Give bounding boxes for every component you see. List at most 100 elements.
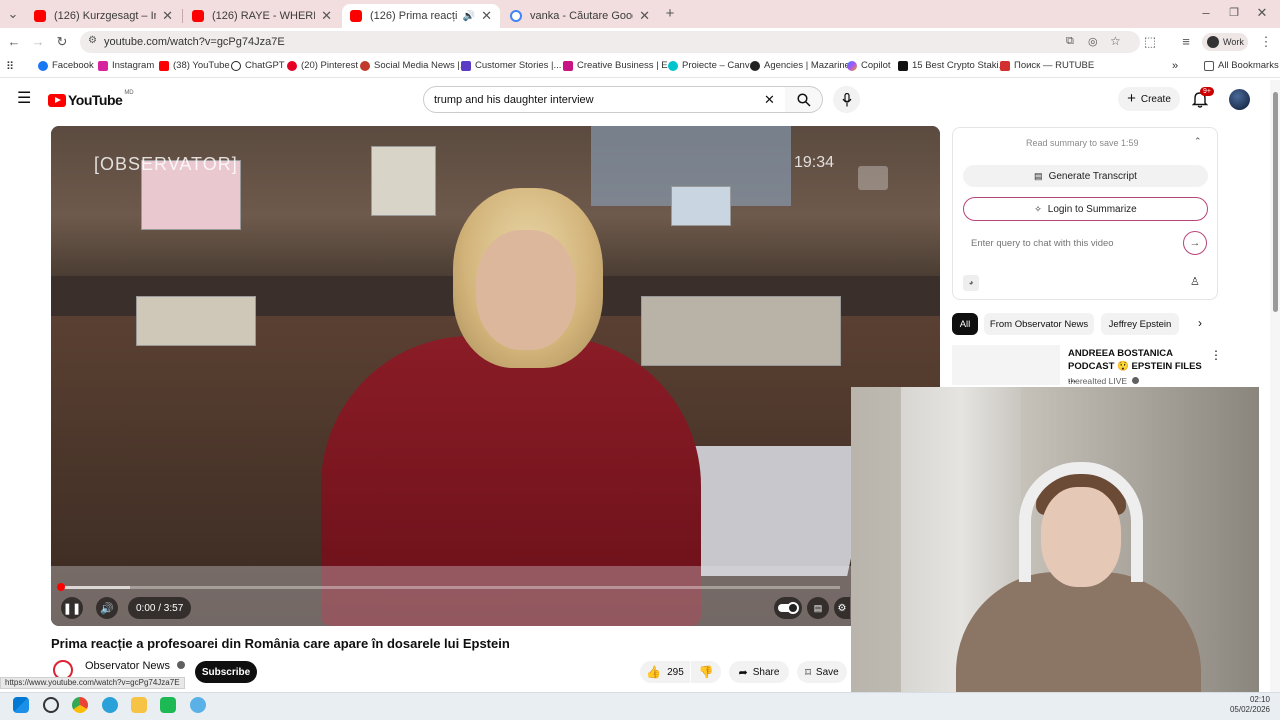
plus-icon: + xyxy=(1127,90,1136,107)
media-controls-icon[interactable]: ≡ xyxy=(1178,34,1194,50)
tab-title: (126) Kurzgesagt – In a Nutshe xyxy=(54,10,156,22)
bookmark-facebook[interactable]: Facebook xyxy=(38,60,94,71)
bookmark-mazarine[interactable]: Agencies | Mazarine xyxy=(750,60,850,71)
chip-from-observator-news[interactable]: From Observator News xyxy=(984,313,1094,335)
app-taskbar-icon[interactable] xyxy=(160,697,176,713)
bookmark-label: 15 Best Crypto Staki... xyxy=(912,60,1007,71)
notification-badge: 9+ xyxy=(1200,87,1214,96)
tab-google-search[interactable]: vanka - Căutare Google ✕ xyxy=(502,4,658,28)
bookmark-rutube[interactable]: Поиск — RUTUBE xyxy=(1000,60,1094,71)
bookmark-copilot[interactable]: Copilot xyxy=(847,60,891,71)
autoplay-toggle[interactable] xyxy=(774,597,802,619)
recommended-video-channel[interactable]: thereaIted LIVE xyxy=(1068,376,1140,386)
bookmark-instagram[interactable]: Instagram xyxy=(98,60,154,71)
close-tab-icon[interactable]: ✕ xyxy=(639,8,650,24)
bookmark-youtube[interactable]: (38) YouTube xyxy=(159,60,230,71)
video-frame-photos-on-desk xyxy=(641,296,841,366)
site-info-icon[interactable]: ⚙ xyxy=(88,35,97,46)
apps-grid-icon[interactable]: ⠿ xyxy=(6,60,14,73)
tab-prima-reactie[interactable]: (126) Prima reacție a profes 🔊 ✕ xyxy=(342,4,500,28)
summary-time-saved: Read summary to save 1:59 xyxy=(1026,138,1139,148)
bookmark-social-media-news[interactable]: Social Media News |... xyxy=(360,60,468,71)
bookmark-star-icon[interactable]: ☆ xyxy=(1110,34,1121,48)
reload-icon[interactable]: ↻ xyxy=(54,34,70,50)
search-input[interactable]: trump and his daughter interview ✕ xyxy=(423,86,787,113)
account-avatar[interactable] xyxy=(1229,89,1250,110)
share-button[interactable]: ➦ Share xyxy=(729,661,789,683)
more-actions-icon[interactable]: ⋮ xyxy=(1210,348,1222,362)
search-button[interactable] xyxy=(785,86,823,113)
user-profile-icon[interactable]: ♙ xyxy=(1190,275,1200,288)
telegram-taskbar-icon[interactable] xyxy=(102,697,118,713)
address-bar[interactable]: ⚙ youtube.com/watch?v=gcPg74Jza7E ⧉ ◎ ☆ xyxy=(80,31,1140,53)
bookmark-label: Social Media News |... xyxy=(374,60,468,71)
chat-query-input[interactable] xyxy=(963,232,1178,254)
login-to-summarize-button[interactable]: ✧ Login to Summarize xyxy=(963,197,1208,221)
channel-name[interactable]: Observator News xyxy=(85,660,186,672)
all-bookmarks[interactable]: All Bookmarks xyxy=(1204,60,1279,71)
tab-kurzgesagt[interactable]: (126) Kurzgesagt – In a Nutshe ✕ xyxy=(26,4,181,28)
create-button[interactable]: + Create xyxy=(1118,87,1180,111)
chat-send-button[interactable]: → xyxy=(1183,231,1207,255)
volume-button[interactable]: 🔊 xyxy=(96,597,118,619)
new-tab-icon[interactable]: + xyxy=(662,6,678,22)
tab-search-icon[interactable]: ⌄ xyxy=(5,6,21,22)
video-frame-photo xyxy=(671,186,731,226)
close-tab-icon[interactable]: ✕ xyxy=(481,8,492,24)
like-button[interactable]: 👍 295 xyxy=(640,661,690,683)
recommended-thumbnail[interactable] xyxy=(952,345,1060,385)
more-bookmarks-icon[interactable]: » xyxy=(1172,60,1178,72)
save-button[interactable]: ⌑ Save xyxy=(797,661,847,683)
file-explorer-taskbar-icon[interactable] xyxy=(131,697,147,713)
onedrive-taskbar-icon[interactable] xyxy=(190,697,206,713)
extension-logo-icon: ◕ xyxy=(963,275,979,291)
video-player[interactable]: [OBSERVATOR] 19:34 xyxy=(51,126,940,626)
minimize-window-icon[interactable]: – xyxy=(1198,5,1214,21)
tracking-protection-icon[interactable]: ◎ xyxy=(1088,35,1098,48)
forward-icon[interactable]: → xyxy=(30,34,46,50)
pause-button[interactable]: ❚❚ xyxy=(61,597,83,619)
progress-scrubber[interactable] xyxy=(57,583,65,591)
close-window-icon[interactable]: ✕ xyxy=(1254,5,1270,21)
subtitles-button[interactable]: ▤ xyxy=(807,597,829,619)
search-taskbar-icon[interactable] xyxy=(43,697,59,713)
close-tab-icon[interactable]: ✕ xyxy=(162,8,173,24)
windows-start-icon[interactable] xyxy=(13,697,29,713)
mute-tab-icon[interactable]: 🔊 xyxy=(463,11,475,22)
menu-icon[interactable]: ☰ xyxy=(17,91,31,107)
maximize-window-icon[interactable]: ❐ xyxy=(1226,5,1242,21)
notifications-button[interactable]: 9+ xyxy=(1191,87,1214,113)
tab-raye[interactable]: (126) RAYE - WHERE IS MY HUS ✕ xyxy=(184,4,340,28)
clear-search-icon[interactable]: ✕ xyxy=(764,92,775,108)
dislike-button[interactable]: 👎 xyxy=(691,661,721,683)
profile-chip[interactable]: Work xyxy=(1202,33,1248,51)
clock-date: 05/02/2026 xyxy=(1229,705,1270,714)
close-tab-icon[interactable]: ✕ xyxy=(321,8,332,24)
bookmark-chatgpt[interactable]: ChatGPT xyxy=(231,60,285,71)
progress-bar[interactable] xyxy=(60,586,840,589)
bookmark-customer-stories[interactable]: Customer Stories |... xyxy=(461,60,561,71)
chrome-menu-icon[interactable]: ⋮ xyxy=(1258,34,1274,50)
generate-transcript-button[interactable]: ▤ Generate Transcript xyxy=(963,165,1208,187)
chips-next-chevron-icon[interactable]: › xyxy=(1198,316,1202,330)
chip-all[interactable]: All xyxy=(952,313,978,335)
extensions-icon[interactable]: ⬚ xyxy=(1142,34,1158,50)
collapse-chevron-icon[interactable]: ⌃ xyxy=(1194,136,1202,147)
voice-search-button[interactable] xyxy=(833,86,860,113)
back-icon[interactable]: ← xyxy=(6,34,22,50)
bookmark-label: Copilot xyxy=(861,60,891,71)
install-app-icon[interactable]: ⧉ xyxy=(1066,35,1074,48)
bookmark-canva[interactable]: Proiecte – Canva xyxy=(668,60,755,71)
channel-watermark: [OBSERVATOR] xyxy=(94,154,238,174)
subscribe-button[interactable]: Subscribe xyxy=(195,661,257,683)
bookmark-label: Instagram xyxy=(112,60,155,71)
link-status-bubble: https://www.youtube.com/watch?v=gcPg74Jz… xyxy=(0,677,185,689)
bookmark-crypto-staking[interactable]: 15 Best Crypto Staki... xyxy=(898,60,1007,71)
bookmark-pinterest[interactable]: (20) Pinterest xyxy=(287,60,358,71)
bookmark-creative-business[interactable]: Creative Business | E... xyxy=(563,60,676,71)
chip-jeffrey-epstein[interactable]: Jeffrey Epstein xyxy=(1101,313,1179,335)
settings-button[interactable]: ⚙ xyxy=(834,597,850,619)
youtube-logo[interactable]: YouTube MD xyxy=(48,90,134,108)
scrollbar-thumb[interactable] xyxy=(1273,92,1278,312)
chrome-taskbar-icon[interactable] xyxy=(72,697,88,713)
